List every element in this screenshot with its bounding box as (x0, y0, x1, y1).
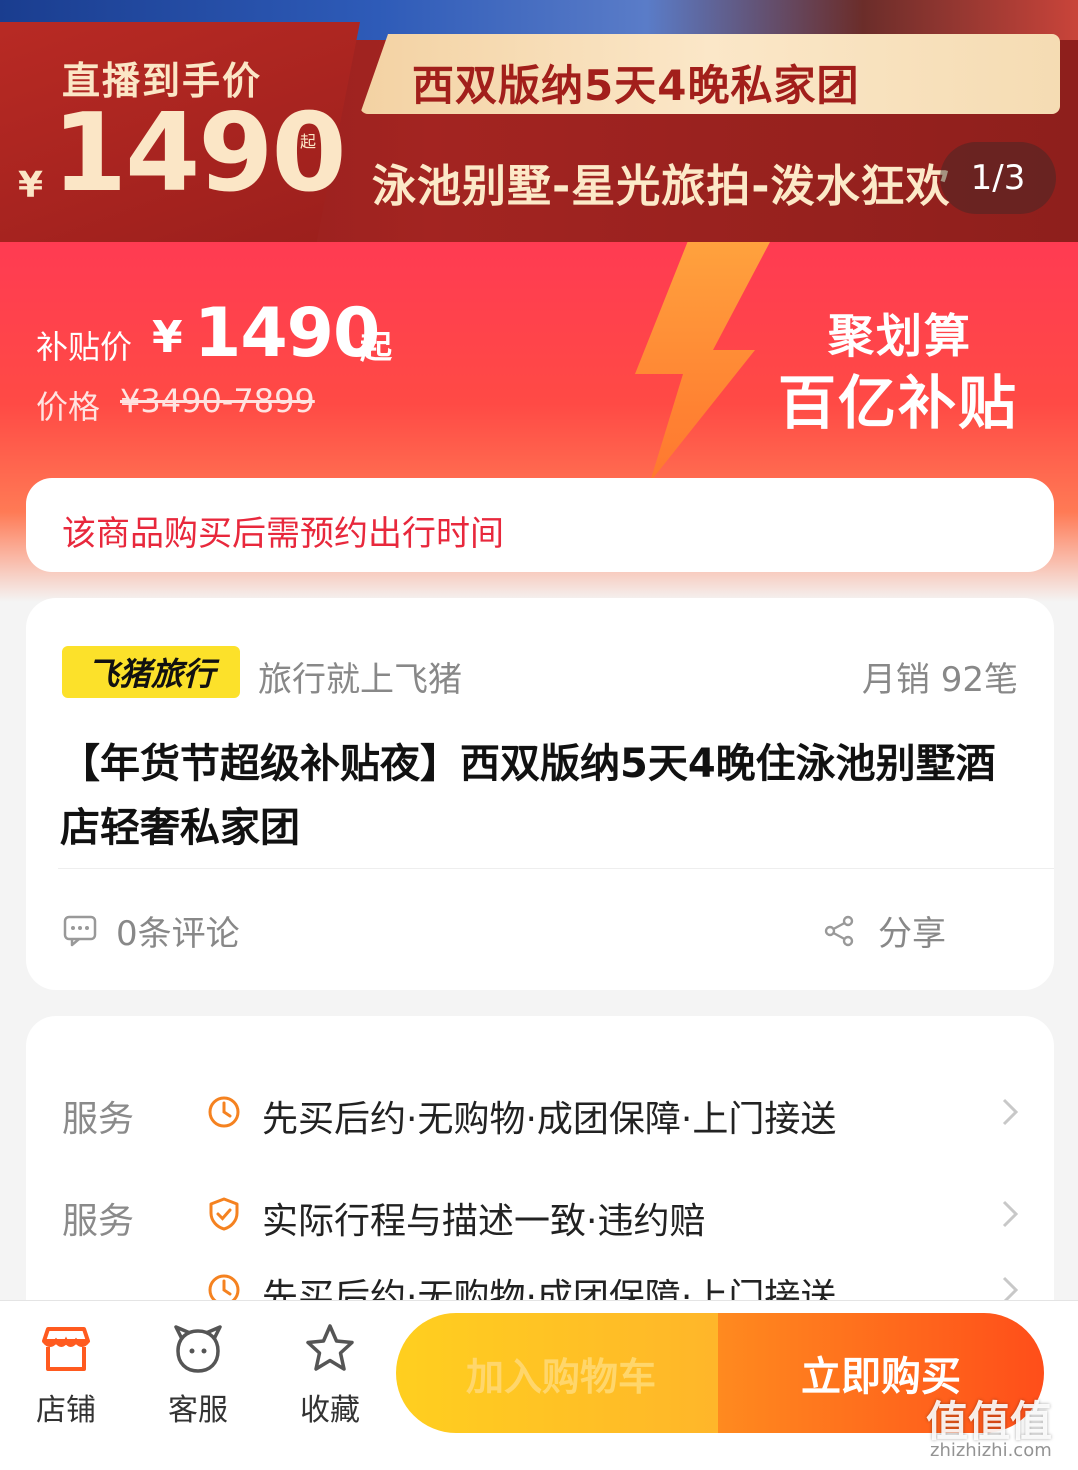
divider (58, 868, 1054, 869)
hero-banner[interactable]: 直播到手价 ¥ 1490 起 西双版纳5天4晚私家团 泳池别墅-星光旅拍-泼水狂… (0, 0, 1078, 242)
hero-currency: ¥ (18, 165, 44, 206)
clock-icon (208, 1096, 240, 1128)
comment-icon (63, 915, 97, 946)
chevron-right-icon (1002, 1098, 1019, 1126)
bottom-action-bar: 店铺 客服 收藏 加入购物车 立即购买 (0, 1300, 1078, 1470)
hero-subtitle: 泳池别墅-星光旅拍-泼水狂欢 (372, 161, 951, 212)
subsidy-price-suffix: 起 (360, 328, 393, 366)
hero-price-suffix: 起 (300, 132, 317, 151)
monthly-sales: 月销 92笔 (861, 660, 1018, 700)
booking-notice-text: 该商品购买后需预约出行时间 (62, 514, 504, 554)
service-label: 服务 (62, 1099, 135, 1140)
service-face-icon (174, 1325, 222, 1373)
product-title: 【年货节超级补贴夜】西双版纳5天4晚住泳池别墅酒店轻奢私家团 (60, 741, 996, 851)
brand-slogan: 旅行就上飞猪 (258, 660, 462, 700)
brand-tag[interactable]: 飞猪旅行 (62, 646, 240, 698)
hero-title: 西双版纳5天4晚私家团 (412, 61, 860, 110)
service-text: 实际行程与描述一致·违约赔 (262, 1201, 706, 1242)
share-button[interactable]: 分享 (822, 906, 946, 955)
service-card: 服务 先买后约·无购物·成团保障·上门接送 服务 实际行程与描述一致·违约赔 先… (26, 1016, 1054, 1336)
billion-subsidy-logo: 百亿补贴 (778, 369, 1019, 437)
subsidy-currency: ¥ (152, 312, 183, 363)
subsidy-price: 1490 (194, 294, 380, 373)
subsidy-label: 补贴价 (36, 328, 133, 366)
service-text: 先买后约·无购物·成团保障·上门接送 (262, 1099, 837, 1140)
watermark-url: zhizhizhi.com (930, 1440, 1052, 1461)
share-label: 分享 (878, 914, 946, 954)
reviews-count: 0条评论 (116, 914, 240, 954)
lightning-icon (635, 242, 770, 482)
hero-price: 1490 (52, 91, 347, 216)
product-card: 飞猪旅行 旅行就上飞猪 月销 92笔 【年货节超级补贴夜】西双版纳5天4晚住泳池… (26, 598, 1054, 990)
store-label: 店铺 (36, 1393, 96, 1428)
image-counter: 1/3 (940, 142, 1056, 214)
reviews-link[interactable]: 0条评论 (62, 906, 240, 955)
original-price: ¥3490-7899 (120, 382, 315, 420)
shield-icon (209, 1197, 239, 1231)
store-tab[interactable]: 店铺 (16, 1321, 116, 1429)
customer-service-tab[interactable]: 客服 (148, 1321, 248, 1429)
original-price-label: 价格 (36, 388, 101, 426)
share-icon (824, 915, 854, 946)
service-row[interactable]: 服务 实际行程与描述一致·违约赔 (26, 1186, 1054, 1246)
customer-service-label: 客服 (168, 1393, 228, 1428)
favorite-tab[interactable]: 收藏 (280, 1321, 380, 1429)
chevron-right-icon (1002, 1200, 1019, 1228)
booking-notice: 该商品购买后需预约出行时间 (26, 478, 1054, 572)
store-icon (42, 1327, 90, 1371)
service-label: 服务 (62, 1201, 135, 1242)
star-icon (306, 1324, 354, 1371)
favorite-label: 收藏 (300, 1393, 360, 1428)
add-to-cart-button[interactable]: 加入购物车 (396, 1313, 726, 1433)
add-to-cart-label: 加入购物车 (465, 1354, 656, 1399)
service-row[interactable]: 服务 先买后约·无购物·成团保障·上门接送 (26, 1084, 1054, 1144)
